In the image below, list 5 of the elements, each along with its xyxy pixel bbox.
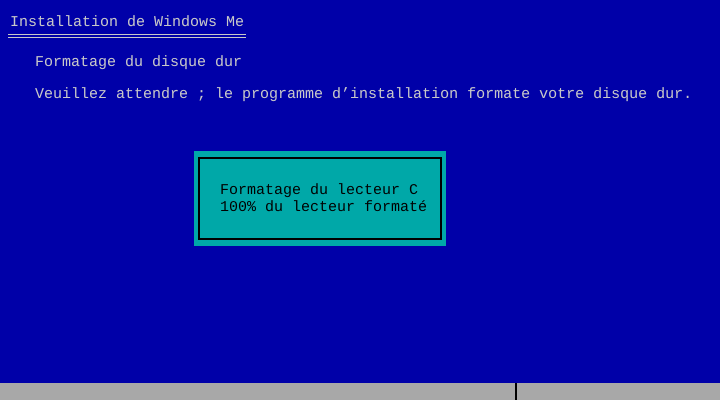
window-title: Installation de Windows Me [8, 14, 246, 38]
status-message: Veuillez attendre ; le programme d’installation formate votre disque dur. [35, 86, 692, 103]
dialog-text: 100% du lecteur formaté [220, 198, 428, 216]
section-heading: Formatage du disque dur [35, 54, 242, 71]
dialog-text: Formatage du lecteur C [220, 182, 418, 198]
